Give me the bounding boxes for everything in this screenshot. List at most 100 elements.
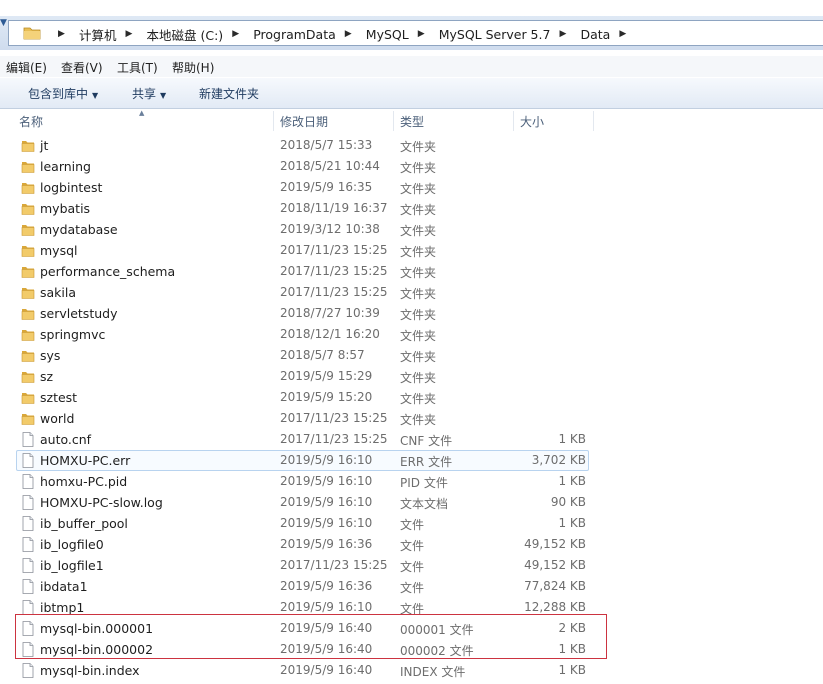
file-size: 77,824 KB [524, 579, 586, 593]
file-row[interactable]: HOMXU-PC.err 2019/5/9 16:10 ERR 文件 3,702 KB [0, 450, 823, 471]
breadcrumb-item[interactable]: 计算机 [79, 25, 117, 44]
address-bar: ▶ 计算机 ▶ 本地磁盘 (C:) ▶ ProgramData ▶ MySQL ▶ MySQL S… [0, 16, 823, 50]
folder-icon [21, 243, 35, 258]
file-row[interactable]: mydatabase 2019/3/12 10:38 文件夹 [0, 219, 823, 240]
file-size: 90 KB [550, 495, 586, 509]
file-icon [21, 432, 35, 447]
file-name: mybatis [40, 201, 91, 216]
file-name: springmvc [40, 327, 106, 342]
file-date: 2019/5/9 16:10 [280, 495, 373, 509]
file-date: 2019/5/9 16:10 [280, 453, 373, 467]
menu-view[interactable]: 查看(V) [61, 59, 103, 76]
file-row[interactable]: ib_buffer_pool 2019/5/9 16:10 文件 1 KB [0, 513, 823, 534]
file-type: INDEX 文件 [400, 665, 466, 679]
file-row[interactable]: homxu-PC.pid 2019/5/9 16:10 PID 文件 1 KB [0, 471, 823, 492]
file-name: mydatabase [40, 222, 118, 237]
file-type: ERR 文件 [400, 455, 453, 469]
file-list: jt 2018/5/7 15:33 文件夹 learning 2018/5/21 10:… [0, 135, 823, 681]
file-type: 文件夹 [400, 350, 437, 364]
file-name: ib_logfile0 [40, 537, 104, 552]
column-divider[interactable] [593, 111, 594, 131]
file-type: 文件夹 [400, 140, 437, 154]
file-date: 2019/5/9 15:20 [280, 390, 373, 404]
file-name: logbintest [40, 180, 103, 195]
breadcrumb-item[interactable]: Data [580, 27, 610, 42]
file-icon [21, 579, 35, 594]
breadcrumb-item[interactable]: MySQL [366, 27, 409, 42]
file-name: servletstudy [40, 306, 118, 321]
new-folder-button[interactable]: 新建文件夹 [199, 85, 259, 102]
share-button[interactable]: 共享 ▼ [132, 85, 166, 102]
file-size: 49,152 KB [524, 558, 586, 572]
file-row[interactable]: learning 2018/5/21 10:44 文件夹 [0, 156, 823, 177]
file-row[interactable]: performance_schema 2017/11/23 15:25 文件夹 [0, 261, 823, 282]
file-name: homxu-PC.pid [40, 474, 128, 489]
menu-help[interactable]: 帮助(H) [172, 59, 214, 76]
file-name: learning [40, 159, 91, 174]
file-size: 1 KB [558, 516, 586, 530]
file-row[interactable]: sztest 2019/5/9 15:20 文件夹 [0, 387, 823, 408]
file-row[interactable]: logbintest 2019/5/9 16:35 文件夹 [0, 177, 823, 198]
breadcrumb-chevron-icon[interactable]: ▶ [345, 29, 355, 39]
column-name[interactable]: 名称 [13, 109, 272, 133]
file-size: 1 KB [558, 474, 586, 488]
file-row[interactable]: mysql 2017/11/23 15:25 文件夹 [0, 240, 823, 261]
toolbar: 包含到库中 ▼ 共享 ▼ 新建文件夹 [0, 78, 823, 109]
breadcrumb-item[interactable]: 本地磁盘 (C:) [147, 25, 224, 44]
file-icon [21, 558, 35, 573]
file-type: 文件夹 [400, 392, 437, 406]
breadcrumb-item[interactable]: MySQL Server 5.7 [439, 27, 551, 42]
file-row[interactable]: servletstudy 2018/7/27 10:39 文件夹 [0, 303, 823, 324]
breadcrumb-chevron-icon[interactable]: ▶ [619, 29, 629, 39]
file-row[interactable]: ib_logfile1 2017/11/23 15:25 文件 49,152 KB [0, 555, 823, 576]
file-type: 文件夹 [400, 413, 437, 427]
breadcrumb-item[interactable]: ProgramData [253, 27, 336, 42]
file-date: 2017/11/23 15:25 [280, 264, 388, 278]
file-row[interactable]: mysql-bin.index 2019/5/9 16:40 INDEX 文件 1 K… [0, 660, 823, 681]
file-type: 文件夹 [400, 182, 437, 196]
menu-edit[interactable]: 编辑(E) [6, 59, 47, 76]
folder-icon [21, 327, 35, 342]
folder-icon [21, 159, 35, 174]
nav-dropdown-icon[interactable]: ▼ [0, 18, 8, 36]
file-date: 2018/5/7 15:33 [280, 138, 373, 152]
file-type: 文件 [400, 539, 425, 553]
folder-icon [21, 306, 35, 321]
file-date: 2018/12/1 16:20 [280, 327, 380, 341]
file-date: 2019/5/9 16:36 [280, 579, 373, 593]
file-row[interactable]: HOMXU-PC-slow.log 2019/5/9 16:10 文本文档 90 KB [0, 492, 823, 513]
file-row[interactable]: ib_logfile0 2019/5/9 16:36 文件 49,152 KB [0, 534, 823, 555]
file-row[interactable]: sys 2018/5/7 8:57 文件夹 [0, 345, 823, 366]
file-row[interactable]: ibdata1 2019/5/9 16:36 文件 77,824 KB [0, 576, 823, 597]
file-row[interactable]: mybatis 2018/11/19 16:37 文件夹 [0, 198, 823, 219]
include-in-library-button[interactable]: 包含到库中 ▼ [28, 85, 98, 102]
file-row[interactable]: auto.cnf 2017/11/23 15:25 CNF 文件 1 KB [0, 429, 823, 450]
file-type: CNF 文件 [400, 434, 453, 448]
file-row[interactable]: sakila 2017/11/23 15:25 文件夹 [0, 282, 823, 303]
column-type[interactable]: 类型 [394, 109, 512, 133]
file-name: ib_logfile1 [40, 558, 104, 573]
folder-icon [21, 201, 35, 216]
file-type: 文本文档 [400, 497, 449, 511]
breadcrumb-chevron-icon[interactable]: ▶ [559, 29, 569, 39]
file-size: 1 KB [558, 663, 586, 677]
address-box[interactable]: ▶ 计算机 ▶ 本地磁盘 (C:) ▶ ProgramData ▶ MySQL ▶ MySQL S… [8, 20, 823, 46]
file-size: 3,702 KB [531, 453, 586, 467]
file-icon [21, 495, 35, 510]
breadcrumb-chevron-icon[interactable]: ▶ [58, 29, 68, 39]
file-name: performance_schema [40, 264, 176, 279]
file-date: 2018/5/7 8:57 [280, 348, 365, 362]
file-date: 2019/5/9 16:35 [280, 180, 373, 194]
breadcrumb-chevron-icon[interactable]: ▶ [232, 29, 242, 39]
file-type: 文件夹 [400, 245, 437, 259]
menu-tools[interactable]: 工具(T) [117, 59, 158, 76]
file-row[interactable]: world 2017/11/23 15:25 文件夹 [0, 408, 823, 429]
breadcrumb-chevron-icon[interactable]: ▶ [418, 29, 428, 39]
file-row[interactable]: jt 2018/5/7 15:33 文件夹 [0, 135, 823, 156]
file-row[interactable]: springmvc 2018/12/1 16:20 文件夹 [0, 324, 823, 345]
file-name: HOMXU-PC.err [40, 453, 131, 468]
file-row[interactable]: sz 2019/5/9 15:29 文件夹 [0, 366, 823, 387]
breadcrumb-chevron-icon[interactable]: ▶ [126, 29, 136, 39]
column-size[interactable]: 大小 [514, 109, 594, 133]
column-date[interactable]: 修改日期 [274, 109, 392, 133]
